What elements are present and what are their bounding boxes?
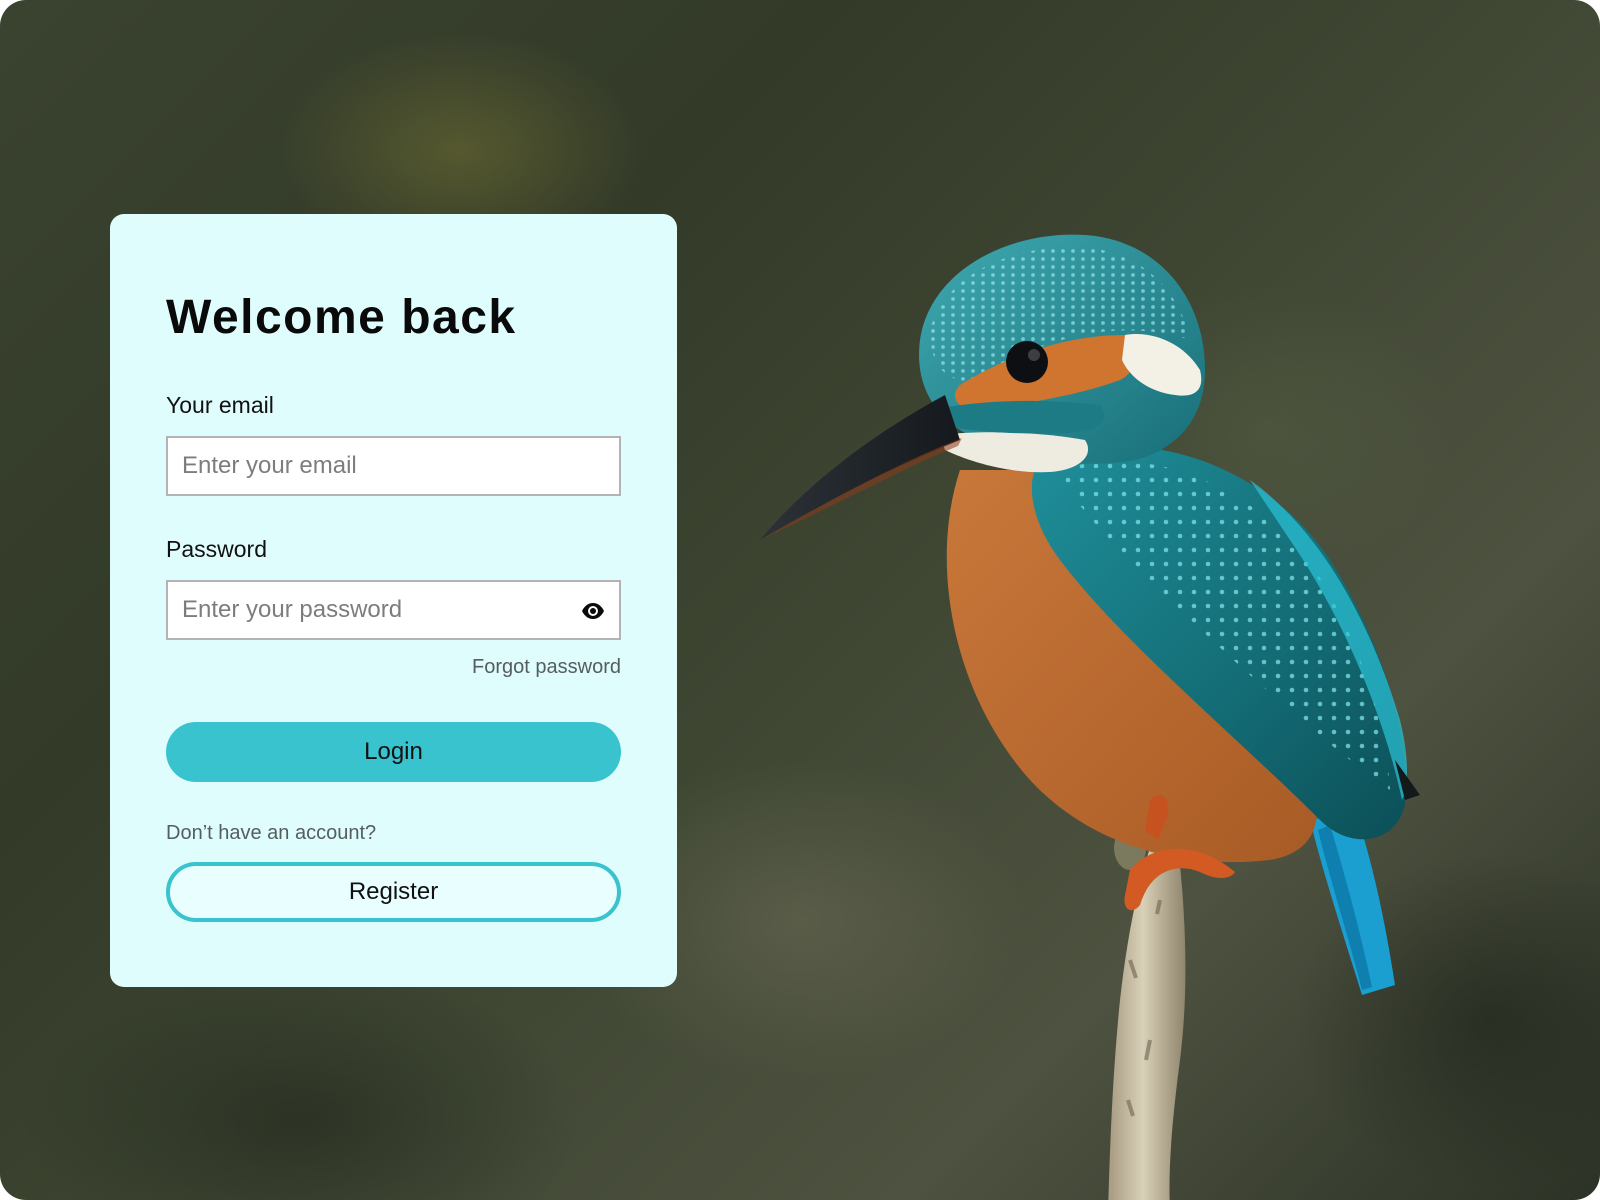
password-field[interactable] — [168, 582, 619, 638]
no-account-text: Don’t have an account? — [166, 822, 377, 844]
login-card: Welcome back Your email Password Forgot … — [110, 214, 677, 987]
forgot-password-link[interactable]: Forgot password — [472, 656, 621, 678]
email-field-container — [166, 436, 621, 496]
eye-icon[interactable] — [581, 599, 605, 623]
register-button[interactable]: Register — [166, 862, 621, 922]
email-field[interactable] — [168, 438, 619, 494]
forgot-password-row: Forgot password — [166, 656, 621, 680]
login-screen: Welcome back Your email Password Forgot … — [0, 0, 1600, 1200]
password-field-container — [166, 580, 621, 640]
email-label: Your email — [166, 392, 274, 418]
password-label: Password — [166, 536, 267, 562]
page-title: Welcome back — [166, 291, 517, 344]
login-button[interactable]: Login — [166, 722, 621, 782]
